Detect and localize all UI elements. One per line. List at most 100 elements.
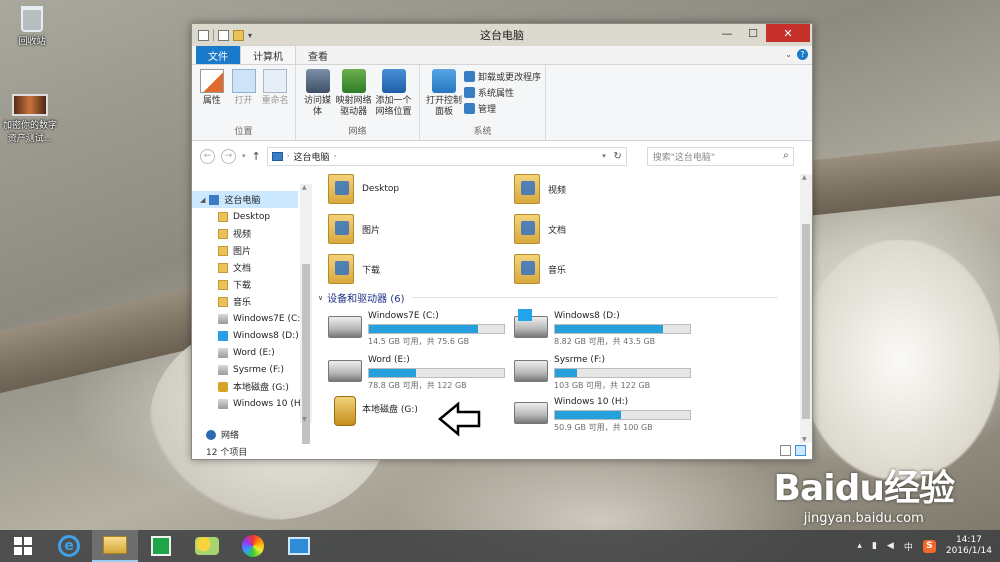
recycle-bin-icon	[21, 6, 43, 32]
devices-section-header[interactable]: ∨ 设备和驱动器 (6)	[318, 290, 778, 305]
folder-item[interactable]: 图片	[328, 214, 380, 244]
scroll-down-icon[interactable]: ▼	[802, 436, 807, 443]
nav-desktop[interactable]: Desktop	[192, 208, 312, 225]
drive-item[interactable]: Windows 10 (H:) 50.9 GB 可用，共 100 GB	[514, 396, 694, 433]
store-icon	[151, 536, 171, 556]
content-scroll-thumb[interactable]	[802, 224, 810, 419]
close-button[interactable]: ✕	[766, 24, 810, 42]
up-button[interactable]: ↑	[252, 150, 261, 163]
nav-drive-c[interactable]: Windows7E (C:)	[192, 310, 312, 327]
scroll-up-icon[interactable]: ▲	[302, 184, 307, 191]
nav-documents[interactable]: 文档	[192, 259, 312, 276]
explorer-window: ▾ 这台电脑 — ☐ ✕ 文件 计算机 查看 ⌄ ? 属性 打开 重命名 位置 …	[191, 23, 813, 460]
nav-scrollbar[interactable]: ▲ ▼	[300, 184, 312, 444]
folder-item[interactable]: 文档	[514, 214, 566, 244]
taskbar-store[interactable]	[138, 530, 184, 562]
nav-music[interactable]: 音乐	[192, 293, 312, 310]
folder-item[interactable]: 视频	[514, 174, 566, 204]
nav-drive-d[interactable]: Windows8 (D:)	[192, 327, 312, 344]
search-input[interactable]: 搜索"这台电脑" ⌕	[646, 146, 794, 166]
lock-icon	[334, 396, 356, 426]
recycle-bin-shortcut[interactable]: 回收站	[4, 6, 60, 47]
windows-drive-icon	[514, 309, 548, 338]
window-controls: — ☐ ✕	[714, 24, 810, 42]
breadcrumb-separator-icon[interactable]: ›	[287, 152, 290, 160]
title-bar[interactable]: ▾ 这台电脑 — ☐ ✕	[192, 24, 812, 46]
taskbar-remote-desktop[interactable]	[276, 530, 322, 562]
show-hidden-icons-icon[interactable]: ▴	[857, 541, 862, 551]
taskbar: e ▴ ▮ ◀ 中 S 14:17 2016/1/14	[0, 530, 1000, 562]
search-placeholder: 搜索"这台电脑"	[652, 152, 716, 163]
refresh-icon[interactable]: ↻	[613, 151, 621, 162]
back-button[interactable]: ←	[200, 148, 215, 164]
collapse-section-icon[interactable]: ∨	[318, 294, 323, 302]
quick-access-toolbar: ▾	[192, 29, 252, 41]
forward-button[interactable]: →	[221, 148, 236, 164]
nav-label: 下载	[233, 281, 252, 291]
tab-view[interactable]: 查看	[296, 46, 340, 64]
drive-item[interactable]: Word (E:) 78.8 GB 可用，共 122 GB	[328, 354, 508, 391]
sogou-input-icon[interactable]: S	[922, 539, 936, 553]
nav-videos[interactable]: 视频	[192, 225, 312, 242]
taskbar-ie[interactable]: e	[46, 530, 92, 562]
nav-label: 这台电脑	[224, 196, 261, 206]
scroll-up-icon[interactable]: ▲	[802, 174, 807, 181]
help-icon[interactable]: ?	[797, 49, 808, 60]
network-group-label: 网络	[348, 127, 367, 137]
folder-item[interactable]: 下载	[328, 254, 380, 284]
taskbar-paint[interactable]	[230, 530, 276, 562]
clock[interactable]: 14:17 2016/1/14	[946, 535, 992, 557]
folder-label: 音乐	[548, 265, 567, 276]
customize-toolbar-icon[interactable]: ▾	[248, 31, 252, 40]
scroll-down-icon[interactable]: ▼	[302, 416, 307, 423]
drive-item[interactable]: Windows7E (C:) 14.5 GB 可用，共 75.6 GB	[328, 310, 508, 347]
network-signal-icon[interactable]: ▮	[872, 541, 877, 551]
address-field[interactable]: › 这台电脑 › ▾ ↻	[266, 146, 627, 166]
drive-usage-bar	[554, 410, 691, 420]
taskbar-weather[interactable]	[184, 530, 230, 562]
manage-button[interactable]: 管理	[464, 102, 541, 115]
large-icons-view-icon[interactable]	[795, 445, 806, 456]
expand-ribbon-icon[interactable]: ⌄	[785, 50, 792, 59]
minimize-button[interactable]: —	[714, 24, 740, 42]
properties-quick-icon[interactable]	[218, 29, 229, 41]
control-panel-icon	[432, 69, 456, 93]
recent-locations-icon[interactable]: ▾	[242, 152, 246, 160]
drive-item[interactable]: Sysrme (F:) 103 GB 可用，共 122 GB	[514, 354, 694, 391]
details-view-icon[interactable]	[780, 445, 791, 456]
nav-drive-g[interactable]: 本地磁盘 (G:)	[192, 378, 312, 395]
nav-network[interactable]: 网络	[192, 426, 312, 443]
nav-drive-f[interactable]: Sysrme (F:)	[192, 361, 312, 378]
drive-usage-bar	[554, 324, 691, 334]
nav-this-pc[interactable]: ◢ 这台电脑	[192, 191, 298, 208]
ime-indicator[interactable]: 中	[904, 540, 913, 553]
uninstall-button[interactable]: 卸载或更改程序	[464, 70, 541, 83]
taskbar-file-explorer[interactable]	[92, 530, 138, 562]
folder-item[interactable]: Desktop	[328, 174, 399, 204]
nav-pictures[interactable]: 图片	[192, 242, 312, 259]
nav-drive-e[interactable]: Word (E:)	[192, 344, 312, 361]
pc-window-icon[interactable]	[198, 29, 209, 41]
search-icon[interactable]: ⌕	[783, 150, 789, 161]
drive-item-locked[interactable]: 本地磁盘 (G:)	[334, 396, 514, 426]
tab-computer[interactable]: 计算机	[240, 45, 296, 64]
volume-icon[interactable]: ◀	[887, 541, 894, 551]
new-folder-quick-icon[interactable]	[233, 29, 244, 41]
drive-item[interactable]: Windows8 (D:) 8.82 GB 可用，共 43.5 GB	[514, 309, 694, 347]
collapse-icon[interactable]: ◢	[200, 196, 205, 204]
tab-file[interactable]: 文件	[196, 46, 240, 64]
document-folder-icon	[514, 214, 540, 244]
content-scrollbar[interactable]: ▲ ▼	[800, 174, 812, 443]
nav-downloads[interactable]: 下载	[192, 276, 312, 293]
address-dropdown-icon[interactable]: ▾	[602, 152, 606, 160]
video-shortcut[interactable]: 加密你的数字资产测试...	[2, 94, 58, 144]
breadcrumb-separator-icon[interactable]: ›	[334, 152, 337, 160]
folder-item[interactable]: 音乐	[514, 254, 566, 284]
start-button[interactable]	[0, 530, 46, 562]
nav-label: Desktop	[233, 211, 271, 222]
system-properties-button[interactable]: 系统属性	[464, 86, 541, 99]
nav-drive-h[interactable]: Windows 10 (H	[192, 395, 312, 412]
breadcrumb[interactable]: 这台电脑	[294, 150, 330, 163]
maximize-button[interactable]: ☐	[740, 24, 766, 42]
drive-name: Sysrme (F:)	[554, 355, 605, 365]
